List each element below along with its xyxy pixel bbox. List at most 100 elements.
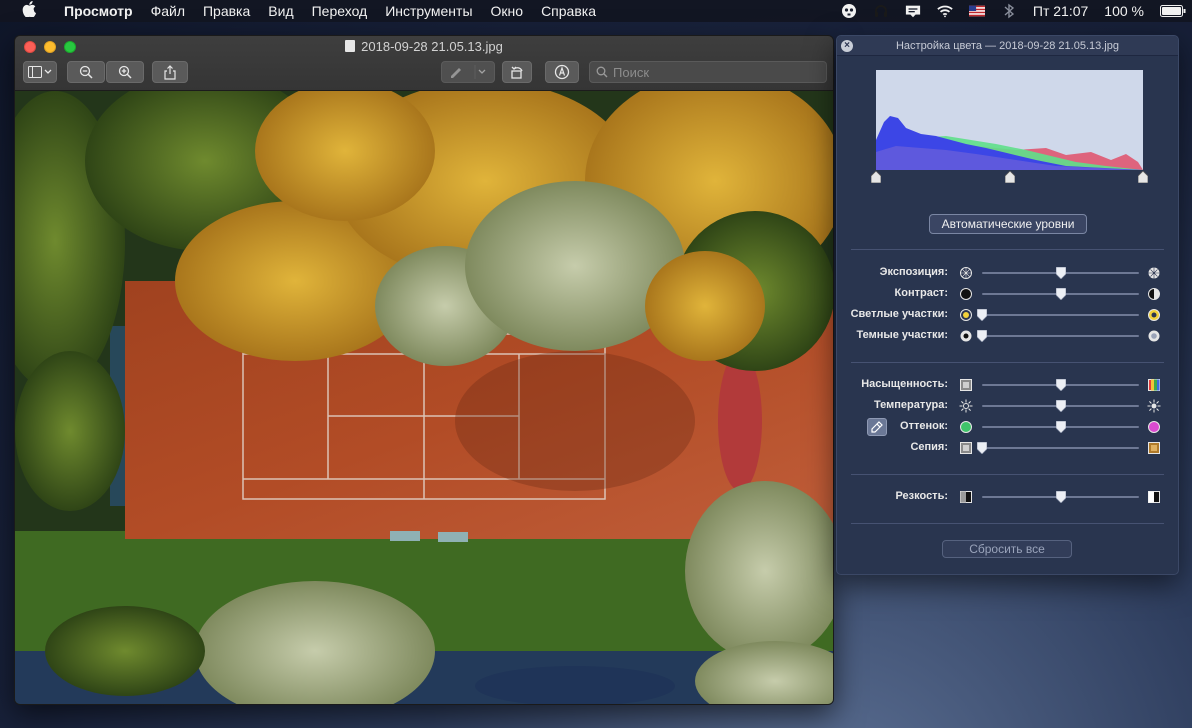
search-input[interactable] — [613, 65, 813, 80]
sepia-low-icon — [959, 441, 973, 455]
contrast-label: Контраст: — [895, 287, 948, 299]
aerial-photo-image — [15, 91, 834, 705]
sharpness-low-icon — [959, 490, 973, 504]
share-icon — [164, 65, 176, 80]
highlights-slider-knob[interactable] — [977, 309, 987, 321]
exposure-slider-row: Экспозиция: — [837, 263, 1179, 283]
window-toolbar: 2018-09-28 21.05.13.jpg — [15, 36, 833, 91]
highlights-label: Светлые участки: — [851, 308, 948, 320]
tint-green-icon — [959, 420, 973, 434]
battery-icon[interactable] — [1160, 3, 1186, 19]
separator — [851, 362, 1164, 363]
saturation-high-icon — [1147, 378, 1161, 392]
zoom-in-icon — [118, 65, 132, 79]
clock[interactable]: Пт 21:07 — [1033, 3, 1088, 19]
black-point-marker[interactable] — [871, 171, 881, 183]
menu-edit[interactable]: Правка — [194, 3, 259, 19]
rotate-icon — [509, 64, 525, 80]
sidebar-icon — [28, 66, 52, 78]
apple-menu-icon[interactable] — [20, 1, 38, 21]
sepia-label: Сепия: — [910, 441, 948, 453]
temperature-warm-icon — [1147, 399, 1161, 413]
white-point-marker[interactable] — [1138, 171, 1148, 183]
battery-percent[interactable]: 100 % — [1104, 3, 1144, 19]
sepia-slider-row: Сепия: — [837, 438, 1179, 458]
contrast-slider-row: Контраст: — [837, 284, 1179, 304]
notifications-icon[interactable] — [905, 3, 921, 19]
auto-levels-button[interactable]: Автоматические уровни — [929, 214, 1087, 234]
temperature-slider-knob[interactable] — [1056, 400, 1066, 412]
zoom-out-icon — [79, 65, 93, 79]
exposure-slider-knob[interactable] — [1056, 267, 1066, 279]
saturation-low-icon — [959, 378, 973, 392]
saturation-slider-knob[interactable] — [1056, 379, 1066, 391]
rotate-button[interactable] — [502, 61, 532, 83]
shadows-slider-knob[interactable] — [977, 330, 987, 342]
shadows-track — [982, 335, 1139, 337]
menu-go[interactable]: Переход — [303, 3, 377, 19]
exposure-label: Экспозиция: — [880, 266, 948, 278]
sidebar-toggle-button[interactable] — [23, 61, 57, 83]
tint-label: Оттенок: — [900, 420, 948, 432]
separator — [851, 474, 1164, 475]
reset-all-button[interactable]: Сбросить все — [942, 540, 1072, 558]
sharpness-high-icon — [1147, 490, 1161, 504]
sepia-track — [982, 447, 1139, 449]
window-title: 2018-09-28 21.05.13.jpg — [15, 39, 833, 54]
shadows-low-icon — [959, 329, 973, 343]
sepia-slider-knob[interactable] — [977, 442, 987, 454]
window-title-text: 2018-09-28 21.05.13.jpg — [361, 39, 503, 54]
skull-status-icon[interactable] — [841, 3, 857, 19]
midtone-marker[interactable] — [1005, 171, 1015, 183]
preview-window: 2018-09-28 21.05.13.jpg — [14, 35, 834, 705]
pen-icon — [448, 65, 488, 79]
zoom-out-button[interactable] — [67, 61, 105, 83]
contrast-slider-knob[interactable] — [1056, 288, 1066, 300]
temperature-slider-row: Температура: — [837, 396, 1179, 416]
menu-window[interactable]: Окно — [482, 3, 533, 19]
menu-bar: Просмотр Файл Правка Вид Переход Инструм… — [0, 0, 1192, 22]
search-field[interactable] — [589, 61, 827, 83]
tint-slider-knob[interactable] — [1056, 421, 1066, 433]
us-flag-input-icon[interactable] — [969, 3, 985, 19]
panel-title: Настройка цвета — 2018-09-28 21.05.13.jp… — [837, 40, 1178, 52]
sharpness-slider-knob[interactable] — [1056, 491, 1066, 503]
highlights-slider-row: Светлые участки: — [837, 305, 1179, 325]
highlights-low-icon — [959, 308, 973, 322]
panel-titlebar: × Настройка цвета — 2018-09-28 21.05.13.… — [837, 36, 1178, 56]
shadows-slider-row: Темные участки: — [837, 326, 1179, 346]
separator — [851, 523, 1164, 524]
temperature-cool-icon — [959, 399, 973, 413]
bluetooth-icon[interactable] — [1001, 3, 1017, 19]
contrast-high-icon — [1147, 287, 1161, 301]
adjust-color-panel: × Настройка цвета — 2018-09-28 21.05.13.… — [836, 35, 1179, 575]
headphones-icon[interactable] — [873, 3, 889, 19]
contrast-low-icon — [959, 287, 973, 301]
menu-file[interactable]: Файл — [142, 3, 194, 19]
menu-help[interactable]: Справка — [532, 3, 605, 19]
temperature-label: Температура: — [874, 399, 948, 411]
menu-app-name[interactable]: Просмотр — [52, 3, 142, 19]
markup-toolbar-button[interactable] — [545, 61, 579, 83]
zoom-in-button[interactable] — [106, 61, 144, 83]
document-icon — [345, 40, 355, 52]
separator — [851, 249, 1164, 250]
saturation-slider-row: Насыщенность: — [837, 375, 1179, 395]
sharpness-slider-row: Резкость: — [837, 487, 1179, 507]
markup-pen-button[interactable] — [441, 61, 495, 83]
markup-icon — [554, 64, 570, 80]
sepia-high-icon — [1147, 441, 1161, 455]
highlights-track — [982, 314, 1139, 316]
exposure-high-icon — [1147, 266, 1161, 280]
saturation-label: Насыщенность: — [861, 378, 948, 390]
highlights-high-icon — [1147, 308, 1161, 322]
levels-histogram — [876, 70, 1143, 170]
share-button[interactable] — [152, 61, 188, 83]
wifi-icon[interactable] — [937, 3, 953, 19]
tint-magenta-icon — [1147, 420, 1161, 434]
exposure-low-icon — [959, 266, 973, 280]
menu-tools[interactable]: Инструменты — [376, 3, 481, 19]
shadows-label: Темные участки: — [856, 329, 948, 341]
tint-slider-row: Оттенок: — [837, 417, 1179, 437]
menu-view[interactable]: Вид — [259, 3, 302, 19]
